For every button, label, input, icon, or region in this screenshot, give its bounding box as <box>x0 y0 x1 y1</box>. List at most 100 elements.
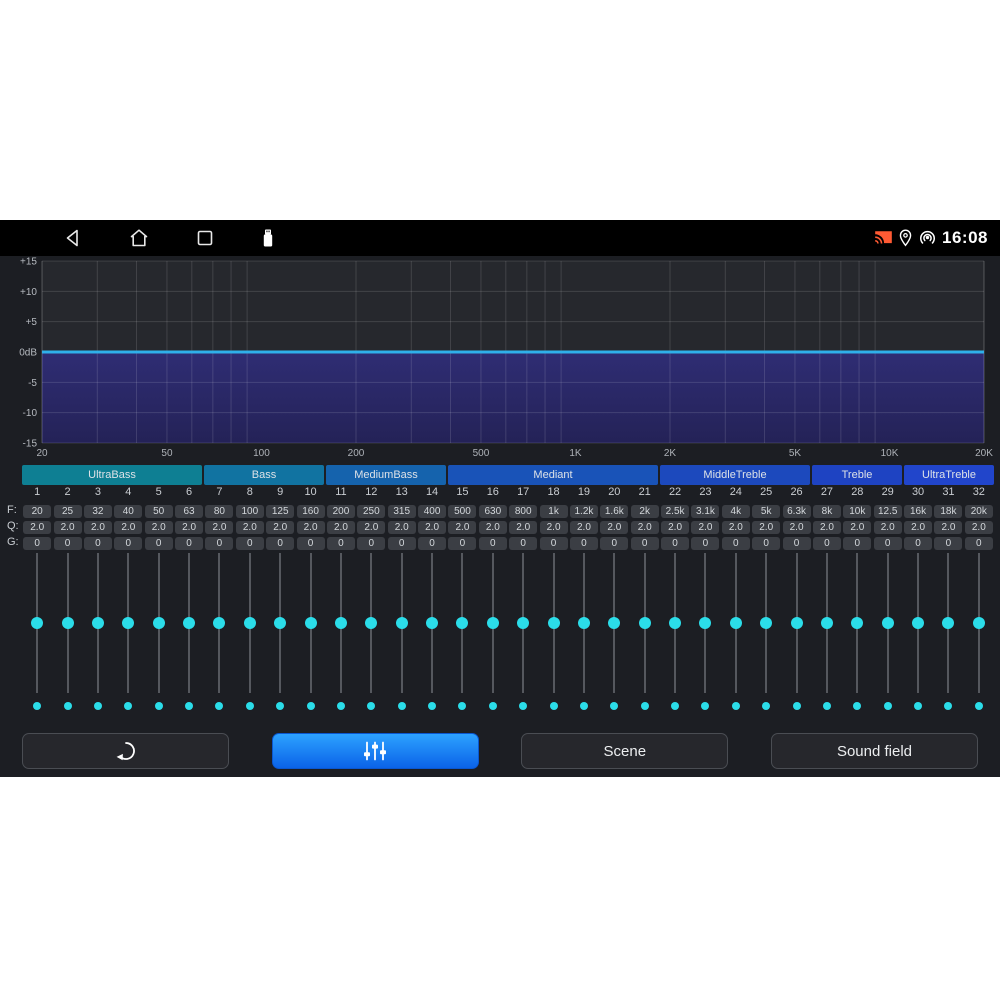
channel-dot <box>793 702 801 710</box>
band-segment: UltraBass <box>22 465 202 485</box>
gain-slider[interactable] <box>295 553 325 693</box>
gain-slider[interactable] <box>721 553 751 693</box>
scene-button[interactable]: Scene <box>521 733 728 769</box>
slider-knob[interactable] <box>699 617 711 629</box>
reset-restore-icon <box>114 739 138 763</box>
gain-slider[interactable] <box>933 553 963 693</box>
slider-knob[interactable] <box>851 617 863 629</box>
slider-knob[interactable] <box>912 617 924 629</box>
slider-knob[interactable] <box>578 617 590 629</box>
channel-number: 4 <box>125 486 131 498</box>
eq-button[interactable] <box>272 733 479 769</box>
slider-knob[interactable] <box>760 617 772 629</box>
back-icon[interactable] <box>63 228 83 248</box>
gain-slider[interactable] <box>356 553 386 693</box>
gain-slider[interactable] <box>812 553 842 693</box>
channel-dot <box>276 702 284 710</box>
channel-dot <box>519 702 527 710</box>
recents-icon[interactable] <box>195 228 215 248</box>
slider-knob[interactable] <box>305 617 317 629</box>
slider-knob[interactable] <box>122 617 134 629</box>
slider-knob[interactable] <box>31 617 43 629</box>
gain-slider[interactable] <box>387 553 417 693</box>
slider-knob[interactable] <box>548 617 560 629</box>
slider-knob[interactable] <box>821 617 833 629</box>
q-value-chip: 2.0 <box>84 521 112 534</box>
q-value-chip: 2.0 <box>54 521 82 534</box>
gain-slider[interactable] <box>873 553 903 693</box>
slider-knob[interactable] <box>456 617 468 629</box>
slider-knob[interactable] <box>669 617 681 629</box>
sound-field-button[interactable]: Sound field <box>771 733 978 769</box>
gain-slider[interactable] <box>174 553 204 693</box>
gain-slider[interactable] <box>478 553 508 693</box>
slider-knob[interactable] <box>213 617 225 629</box>
channel-number: 26 <box>790 486 802 498</box>
slider-knob[interactable] <box>183 617 195 629</box>
gain-slider[interactable] <box>22 553 52 693</box>
slider-knob[interactable] <box>274 617 286 629</box>
channel-number: 13 <box>396 486 408 498</box>
slider-knob[interactable] <box>365 617 377 629</box>
gain-slider[interactable] <box>660 553 690 693</box>
freq-value-chip: 6.3k <box>783 505 811 518</box>
gain-slider[interactable] <box>508 553 538 693</box>
channel-number: 10 <box>304 486 316 498</box>
gain-slider[interactable] <box>144 553 174 693</box>
slider-knob[interactable] <box>608 617 620 629</box>
gain-slider[interactable] <box>83 553 113 693</box>
slider-knob[interactable] <box>426 617 438 629</box>
freq-value-chip: 500 <box>448 505 476 518</box>
slider-knob[interactable] <box>730 617 742 629</box>
slider-knob[interactable] <box>882 617 894 629</box>
gain-slider[interactable] <box>235 553 265 693</box>
slider-knob[interactable] <box>517 617 529 629</box>
gain-slider[interactable] <box>599 553 629 693</box>
slider-knob[interactable] <box>973 617 985 629</box>
slider-knob[interactable] <box>942 617 954 629</box>
home-icon[interactable] <box>129 228 149 248</box>
reset-button[interactable] <box>22 733 229 769</box>
status-bar: 16:08 <box>0 220 1000 256</box>
gain-slider[interactable] <box>326 553 356 693</box>
gain-slider[interactable] <box>265 553 295 693</box>
gain-slider[interactable] <box>690 553 720 693</box>
slider-knob[interactable] <box>244 617 256 629</box>
svg-text:0dB: 0dB <box>19 348 37 359</box>
gain-slider[interactable] <box>204 553 234 693</box>
gain-slider[interactable] <box>113 553 143 693</box>
slider-knob[interactable] <box>335 617 347 629</box>
q-value-chip: 2.0 <box>540 521 568 534</box>
slider-knob[interactable] <box>396 617 408 629</box>
slider-knob[interactable] <box>62 617 74 629</box>
channel-dot <box>732 702 740 710</box>
gain-slider[interactable] <box>964 553 994 693</box>
gain-slider[interactable] <box>417 553 447 693</box>
gain-slider[interactable] <box>569 553 599 693</box>
gain-slider[interactable] <box>842 553 872 693</box>
slider-knob[interactable] <box>791 617 803 629</box>
channel-number: 3 <box>95 486 101 498</box>
gain-slider[interactable] <box>52 553 82 693</box>
channel-dot <box>124 702 132 710</box>
channel-dot <box>458 702 466 710</box>
gain-slider[interactable] <box>538 553 568 693</box>
channel-dot <box>307 702 315 710</box>
gain-slider[interactable] <box>447 553 477 693</box>
slider-knob[interactable] <box>153 617 165 629</box>
q-value-chip: 2.0 <box>783 521 811 534</box>
freq-value-chip: 1.6k <box>600 505 628 518</box>
svg-text:50: 50 <box>161 448 173 459</box>
gain-slider[interactable] <box>781 553 811 693</box>
gain-slider[interactable] <box>630 553 660 693</box>
svg-text:+10: +10 <box>20 287 37 298</box>
freq-value-chip: 63 <box>175 505 203 518</box>
slider-knob[interactable] <box>639 617 651 629</box>
slider-knob[interactable] <box>487 617 499 629</box>
usb-drive-icon[interactable] <box>258 228 278 248</box>
slider-knob[interactable] <box>92 617 104 629</box>
gain-slider[interactable] <box>903 553 933 693</box>
gain-slider[interactable] <box>751 553 781 693</box>
gain-value-chip: 0 <box>904 537 932 550</box>
freq-value-chip: 200 <box>327 505 355 518</box>
